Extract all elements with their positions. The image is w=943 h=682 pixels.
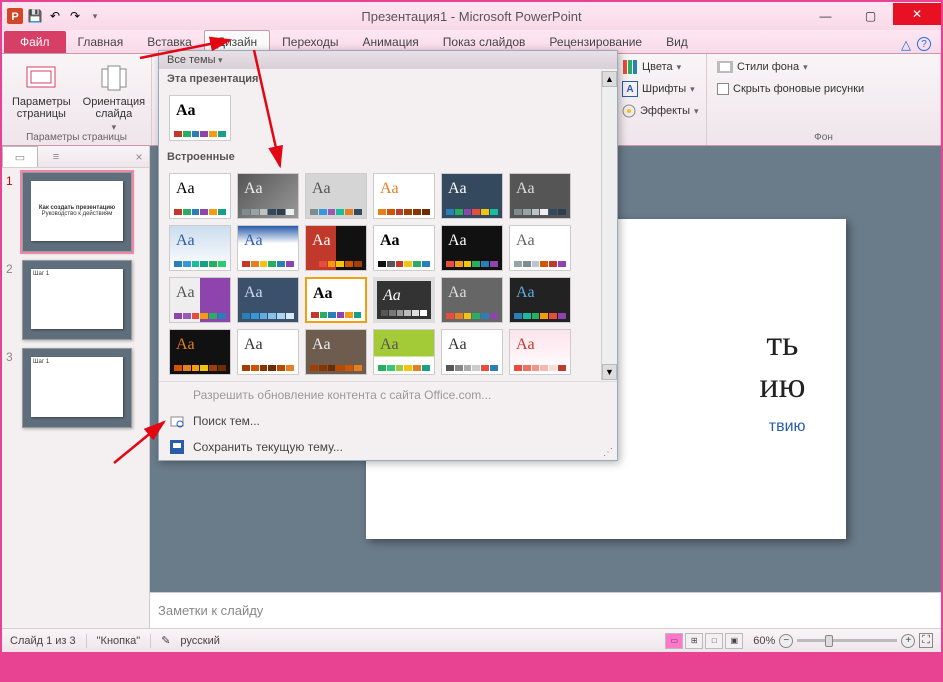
slide-thumbnail[interactable]: 2 Шаг 1 bbox=[6, 260, 145, 340]
slide-thumbnail[interactable]: 3 Шаг 1 bbox=[6, 348, 145, 428]
slide-thumbnails-panel: ▭ ≡ × 1 Как создать презентациюРуководст… bbox=[2, 146, 150, 628]
fit-to-window-button[interactable]: ⛶ bbox=[919, 633, 933, 648]
thumbnails-tab-outline[interactable]: ≡ bbox=[38, 146, 74, 167]
slide-subtitle[interactable]: твию bbox=[769, 418, 846, 436]
fonts-button[interactable]: AШрифты bbox=[618, 78, 700, 100]
undo-icon[interactable]: ↶ bbox=[46, 7, 64, 25]
minimize-button[interactable]: — bbox=[803, 5, 848, 27]
themes-gallery-dropdown: Все темы Эта презентация Aa Встроенные A… bbox=[158, 50, 618, 461]
thumbnails-close-icon[interactable]: × bbox=[129, 146, 149, 167]
view-buttons: ▭ ⊞ □ ▣ bbox=[665, 633, 743, 649]
spellcheck-icon[interactable]: ✎ bbox=[161, 634, 170, 647]
theme-swatch[interactable]: Aa bbox=[373, 277, 435, 323]
view-reading-button[interactable]: □ bbox=[705, 633, 723, 649]
colors-button[interactable]: Цвета bbox=[618, 56, 700, 78]
theme-swatch[interactable]: Aa bbox=[169, 277, 231, 323]
theme-swatch[interactable]: Aa bbox=[305, 225, 367, 271]
zoom-slider[interactable] bbox=[797, 639, 897, 642]
theme-swatch[interactable]: Aa bbox=[237, 173, 299, 219]
zoom-percent[interactable]: 60% bbox=[753, 635, 775, 647]
theme-swatch[interactable]: Aa bbox=[441, 277, 503, 323]
status-language[interactable]: русский bbox=[180, 635, 219, 647]
close-button[interactable]: ✕ bbox=[893, 3, 941, 25]
theme-swatch[interactable]: Aa bbox=[305, 329, 367, 375]
theme-swatch[interactable]: Aa bbox=[305, 277, 367, 323]
theme-swatch[interactable]: Aa bbox=[509, 277, 571, 323]
theme-swatch[interactable]: Aa bbox=[441, 329, 503, 375]
view-sorter-button[interactable]: ⊞ bbox=[685, 633, 703, 649]
theme-swatch[interactable]: Aa bbox=[373, 225, 435, 271]
theme-swatch[interactable]: Aa bbox=[373, 173, 435, 219]
app-icon[interactable]: P bbox=[6, 7, 24, 25]
group-page-setup-label: Параметры страницы bbox=[2, 132, 151, 143]
zoom-in-button[interactable]: + bbox=[901, 634, 915, 648]
theme-swatch[interactable]: Aa bbox=[169, 329, 231, 375]
themes-builtin-label: Встроенные bbox=[159, 147, 617, 167]
redo-icon[interactable]: ↷ bbox=[66, 7, 84, 25]
tab-view[interactable]: Вид bbox=[654, 31, 700, 53]
theme-swatch[interactable]: Aa bbox=[169, 95, 231, 141]
scroll-up-icon[interactable]: ▲ bbox=[602, 71, 617, 87]
themes-office-update: Разрешить обновление контента с сайта Of… bbox=[159, 382, 617, 408]
hide-background-checkbox[interactable]: Скрыть фоновые рисунки bbox=[713, 78, 934, 100]
tab-home[interactable]: Главная bbox=[66, 31, 136, 53]
theme-swatch[interactable]: Aa bbox=[169, 225, 231, 271]
ribbon-minimize-icon[interactable]: △ bbox=[901, 37, 911, 53]
svg-text:P: P bbox=[11, 11, 18, 23]
status-theme-name: "Кнопка" bbox=[97, 635, 141, 647]
scroll-down-icon[interactable]: ▼ bbox=[602, 364, 617, 380]
theme-swatch[interactable]: Aa bbox=[509, 173, 571, 219]
zoom-control: 60% − + ⛶ bbox=[753, 633, 933, 648]
notes-pane[interactable]: Заметки к слайду bbox=[150, 592, 941, 628]
effects-button[interactable]: Эффекты bbox=[618, 100, 700, 122]
thumbnails-tab-slides[interactable]: ▭ bbox=[2, 146, 38, 167]
themes-save-current[interactable]: Сохранить текущую тему... bbox=[159, 434, 617, 460]
zoom-out-button[interactable]: − bbox=[779, 634, 793, 648]
themes-this-presentation-label: Эта презентация bbox=[159, 69, 617, 89]
quick-access-toolbar: P 💾 ↶ ↷ bbox=[2, 7, 104, 25]
tab-file[interactable]: Файл bbox=[4, 31, 66, 53]
group-background-label: Фон bbox=[707, 132, 940, 143]
window-title: Презентация1 - Microsoft PowerPoint bbox=[361, 9, 581, 24]
theme-swatch[interactable]: Aa bbox=[237, 225, 299, 271]
themes-all-header[interactable]: Все темы bbox=[159, 51, 617, 69]
theme-swatch[interactable]: Aa bbox=[169, 173, 231, 219]
status-slide-number: Слайд 1 из 3 bbox=[10, 635, 76, 647]
view-slideshow-button[interactable]: ▣ bbox=[725, 633, 743, 649]
view-normal-button[interactable]: ▭ bbox=[665, 633, 683, 649]
resize-grip-icon[interactable]: ⋰ bbox=[603, 447, 613, 458]
slide-title[interactable]: ть ию bbox=[759, 322, 845, 406]
theme-swatch[interactable]: Aa bbox=[305, 173, 367, 219]
theme-swatch[interactable]: Aa bbox=[509, 225, 571, 271]
page-setup-button[interactable]: Параметры страницы bbox=[8, 60, 75, 135]
slide-thumbnail[interactable]: 1 Как создать презентациюРуководство к д… bbox=[6, 172, 145, 252]
theme-swatch[interactable]: Aa bbox=[237, 277, 299, 323]
theme-swatch[interactable]: Aa bbox=[441, 173, 503, 219]
save-icon[interactable]: 💾 bbox=[26, 7, 44, 25]
title-bar: P 💾 ↶ ↷ Презентация1 - Microsoft PowerPo… bbox=[2, 2, 941, 30]
themes-scrollbar[interactable]: ▲ ▼ bbox=[601, 71, 617, 380]
theme-swatch[interactable]: Aa bbox=[441, 225, 503, 271]
background-styles-button[interactable]: Стили фона bbox=[713, 56, 934, 78]
theme-swatch[interactable]: Aa bbox=[509, 329, 571, 375]
slide-orientation-button[interactable]: Ориентация слайда bbox=[79, 60, 149, 135]
theme-swatch[interactable]: Aa bbox=[237, 329, 299, 375]
status-bar: Слайд 1 из 3 "Кнопка" ✎ русский ▭ ⊞ □ ▣ … bbox=[2, 628, 941, 652]
theme-swatch[interactable]: Aa bbox=[373, 329, 435, 375]
qat-customize-icon[interactable] bbox=[86, 7, 104, 25]
help-icon[interactable]: ? bbox=[917, 37, 931, 51]
maximize-button[interactable]: ▢ bbox=[848, 5, 893, 27]
themes-search[interactable]: Поиск тем... bbox=[159, 408, 617, 434]
